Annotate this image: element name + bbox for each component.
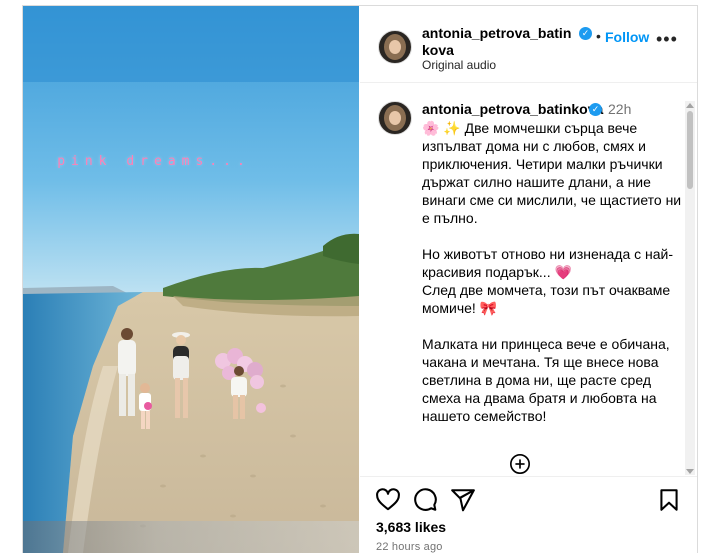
author-avatar[interactable] bbox=[378, 30, 412, 64]
flower-emoji: 🌸 bbox=[422, 120, 440, 136]
sparkles-emoji: ✨ bbox=[443, 120, 461, 136]
caption-section: antonia_petrova_batinkova ✓ 22h 🌸 ✨ Две … bbox=[360, 83, 697, 475]
caption-timestamp[interactable]: 22h bbox=[608, 101, 631, 117]
bookmark-icon[interactable] bbox=[656, 487, 682, 513]
comment-icon[interactable] bbox=[412, 487, 438, 513]
separator-dot: • bbox=[596, 28, 601, 44]
scroll-down-arrow-icon[interactable] bbox=[686, 469, 694, 474]
image-bottom-stripe bbox=[23, 521, 359, 553]
action-bar: 3,683 likes 22 hours ago bbox=[360, 476, 697, 553]
post-side-panel: antonia_petrova_batinkova ✓ • Follow •••… bbox=[360, 6, 697, 553]
bow-emoji: 🎀 bbox=[479, 300, 498, 316]
share-icon[interactable] bbox=[450, 487, 476, 513]
caption-paragraph-2b-text: След две момчета, този път очакваме моми… bbox=[422, 282, 671, 316]
post-image[interactable]: pink dreams... bbox=[23, 6, 359, 553]
scrollbar-thumb[interactable] bbox=[687, 111, 693, 189]
more-options-icon[interactable]: ••• bbox=[656, 30, 678, 48]
caption-text: 🌸 ✨ Две момчешки сърца вече изпълват дом… bbox=[422, 119, 686, 443]
caption-paragraph-3: Малката ни принцеса вече е обичана, чака… bbox=[422, 336, 670, 424]
caption-paragraph-2a-text: Но животът отново ни изненада с най-крас… bbox=[422, 246, 674, 280]
follow-button[interactable]: Follow bbox=[605, 29, 649, 45]
author-username[interactable]: antonia_petrova_batinkova bbox=[422, 25, 572, 59]
likes-count[interactable]: 3,683 likes bbox=[376, 519, 446, 535]
caption-username[interactable]: antonia_petrova_batinkova bbox=[422, 101, 603, 117]
heart-emoji: 💗 bbox=[554, 264, 572, 280]
caption-paragraph-1-text: Две момчешки сърца вече изпълват дома ни… bbox=[422, 120, 682, 226]
audio-link[interactable]: Original audio bbox=[422, 58, 496, 72]
image-overlay-text: pink dreams... bbox=[57, 154, 251, 169]
heart-icon[interactable] bbox=[375, 487, 401, 513]
caption-paragraph-1: 🌸 ✨ Две момчешки сърца вече изпълват дом… bbox=[422, 119, 686, 227]
plus-circle-icon[interactable] bbox=[509, 453, 531, 475]
caption-paragraph-2: Но животът отново ни изненада с най-крас… bbox=[422, 245, 686, 317]
verified-badge-icon: ✓ bbox=[589, 103, 602, 116]
post-dialog: pink dreams... antonia_petrova_batinkova… bbox=[22, 5, 698, 553]
post-header: antonia_petrova_batinkova ✓ • Follow •••… bbox=[360, 6, 697, 83]
verified-badge-icon: ✓ bbox=[579, 27, 592, 40]
caption-avatar[interactable] bbox=[378, 101, 412, 135]
scroll-up-arrow-icon[interactable] bbox=[686, 103, 694, 108]
post-time-ago[interactable]: 22 hours ago bbox=[376, 541, 443, 553]
beach-photo bbox=[23, 6, 359, 553]
caption-scrollbar[interactable] bbox=[685, 101, 695, 475]
